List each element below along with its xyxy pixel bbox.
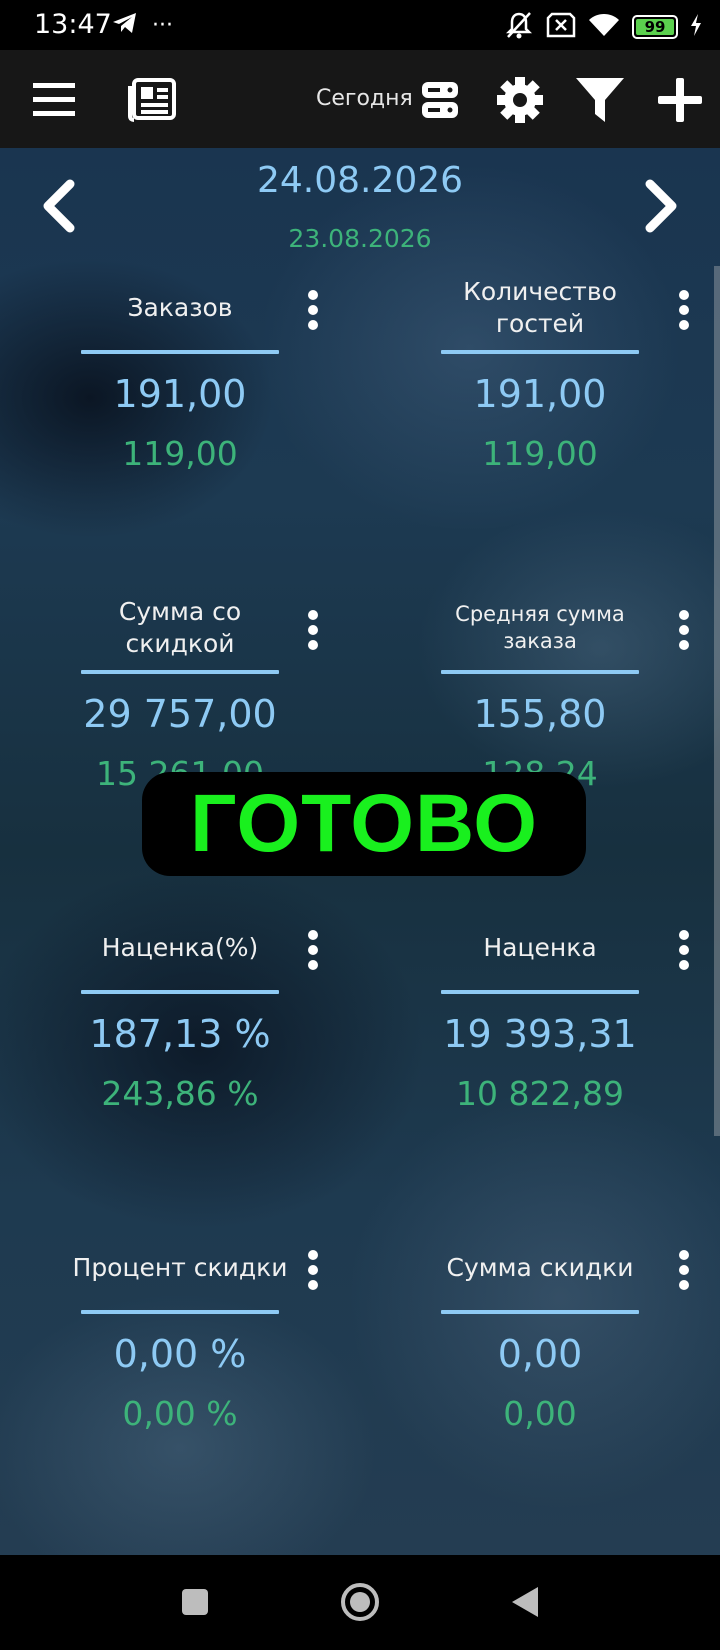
tile-previous-value: 10 822,89: [456, 1074, 624, 1113]
status-time: 13:47: [34, 9, 112, 40]
add-button[interactable]: [652, 72, 708, 128]
tile-divider: [81, 350, 279, 354]
tile-menu-button[interactable]: [677, 290, 691, 330]
tile-title: Количество гостей: [463, 277, 617, 338]
tile-orders[interactable]: Заказов 191,00 119,00: [0, 268, 340, 498]
square-icon: [182, 1589, 208, 1615]
back-button[interactable]: [500, 1577, 550, 1627]
tile-previous-value: 0,00 %: [122, 1394, 238, 1433]
menu-button[interactable]: [26, 72, 82, 128]
tile-previous-value: 243,86 %: [101, 1074, 259, 1113]
previous-date: 23.08.2026: [288, 224, 432, 253]
filter-icon: [576, 78, 624, 122]
tile-divider: [81, 670, 279, 674]
battery-level: 99: [644, 18, 666, 36]
tile-title: Наценка: [483, 933, 597, 962]
report-button[interactable]: [124, 72, 180, 128]
tile-markup[interactable]: Наценка 19 393,31 10 822,89: [360, 908, 700, 1138]
tile-title: Заказов: [127, 293, 233, 322]
filter-button[interactable]: [572, 72, 628, 128]
recents-button[interactable]: [170, 1577, 220, 1627]
wifi-icon: [588, 12, 620, 42]
tile-menu-button[interactable]: [677, 1250, 691, 1290]
home-button[interactable]: [335, 1577, 385, 1627]
tile-title: Процент скидки: [72, 1253, 288, 1282]
telegram-icon: [112, 12, 138, 38]
tile-title: Сумма скидки: [446, 1253, 634, 1282]
tile-divider: [441, 670, 639, 674]
tile-divider: [81, 990, 279, 994]
tile-value: 0,00 %: [113, 1332, 247, 1376]
tile-menu-button[interactable]: [677, 930, 691, 970]
server-icon: [422, 82, 458, 118]
tile-value: 155,80: [473, 692, 607, 736]
tile-menu-button[interactable]: [677, 610, 691, 650]
tile-discount-sum[interactable]: Сумма скидки 0,00 0,00: [360, 1228, 700, 1458]
tile-previous-value: 119,00: [122, 434, 238, 473]
tile-value: 29 757,00: [83, 692, 277, 736]
status-bar: 13:47 ··· 99: [0, 0, 720, 50]
tile-menu-button[interactable]: [306, 610, 320, 650]
tile-menu-button[interactable]: [306, 1250, 320, 1290]
menu-icon: [33, 83, 75, 116]
current-date[interactable]: 24.08.2026: [0, 160, 720, 201]
tile-guests[interactable]: Количество гостей 191,00 119,00: [360, 268, 700, 498]
toast-message: ГОТОВО: [142, 772, 586, 876]
plus-icon: [658, 78, 702, 122]
tile-value: 191,00: [473, 372, 607, 416]
tile-divider: [81, 1310, 279, 1314]
tile-divider: [441, 990, 639, 994]
server-button[interactable]: [412, 72, 468, 128]
tile-value: 0,00: [497, 1332, 583, 1376]
system-nav-bar: [0, 1555, 720, 1650]
chevron-right-icon: [645, 179, 677, 233]
next-date-button[interactable]: [628, 176, 688, 236]
charging-icon: [690, 14, 702, 40]
tile-divider: [441, 1310, 639, 1314]
today-label[interactable]: Сегодня: [316, 86, 413, 111]
gear-icon: [497, 77, 543, 123]
toast-text: ГОТОВО: [190, 778, 538, 869]
triangle-back-icon: [512, 1587, 538, 1617]
tile-title: Сумма со скидкой: [118, 597, 242, 658]
tile-title: Средняя сумма заказа: [455, 602, 625, 653]
tile-value: 187,13 %: [89, 1012, 271, 1056]
tile-menu-button[interactable]: [306, 930, 320, 970]
toolbar: Сегодня: [0, 50, 720, 148]
tile-divider: [441, 350, 639, 354]
tile-previous-value: 119,00: [482, 434, 598, 473]
battery-icon: 99: [632, 15, 678, 39]
more-dots-icon: ···: [152, 12, 173, 38]
tile-value: 191,00: [113, 372, 247, 416]
report-icon: [128, 78, 176, 122]
no-sim-icon: [546, 12, 576, 42]
mute-icon: [504, 10, 534, 44]
tile-discount-percent[interactable]: Процент скидки 0,00 % 0,00 %: [0, 1228, 340, 1458]
settings-button[interactable]: [492, 72, 548, 128]
tile-previous-value: 0,00: [503, 1394, 577, 1433]
tile-menu-button[interactable]: [306, 290, 320, 330]
tile-title: Наценка(%): [101, 933, 259, 962]
circle-icon: [341, 1583, 379, 1621]
tile-markup-percent[interactable]: Наценка(%) 187,13 % 243,86 %: [0, 908, 340, 1138]
tile-value: 19 393,31: [443, 1012, 637, 1056]
